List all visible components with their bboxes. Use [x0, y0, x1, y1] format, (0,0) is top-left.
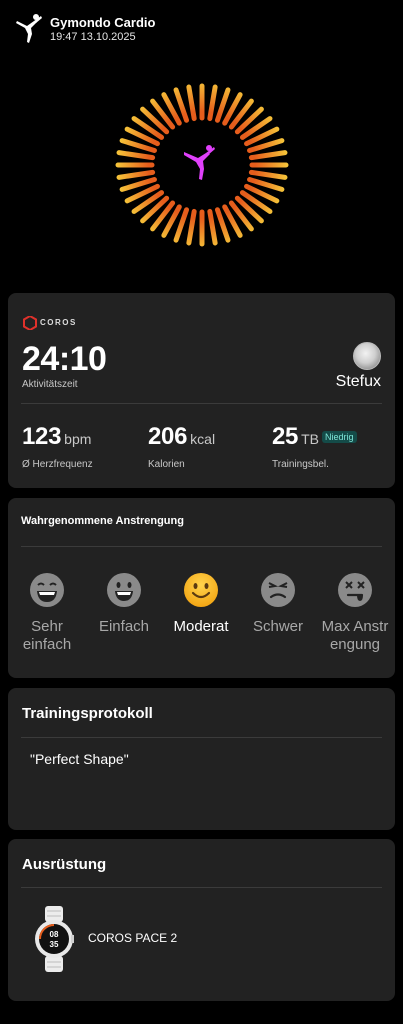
ring-ray [186, 84, 197, 122]
stat-label: Ø Herzfrequenz [22, 459, 93, 470]
stat-calories: 206 kcal Kalorien [148, 423, 216, 470]
stat-unit: TB [301, 431, 319, 447]
coros-logo: COROS [23, 315, 85, 331]
activity-ring-graphic [115, 83, 289, 247]
divider [21, 887, 382, 888]
app-header: Gymondo Cardio 19:47 13.10.2025 [0, 0, 403, 60]
stat-value: 25 [272, 423, 299, 450]
perceived-effort-title: Wahrgenommene Anstrengung [21, 515, 184, 527]
stat-label: Kalorien [148, 459, 185, 470]
stat-label: Trainingsbel. [272, 459, 329, 470]
effort-label-line: Moderat [173, 618, 229, 635]
watch-minutes: 35 [50, 940, 59, 949]
ring-ray [116, 150, 156, 161]
ring-ray [116, 169, 156, 180]
stat-unit: kcal [190, 431, 216, 447]
workout-datetime: 19:47 13.10.2025 [50, 31, 136, 43]
effort-option-label: Schwer [238, 618, 318, 636]
yoga-figure-icon [16, 14, 42, 43]
effort-label-line: Schwer [252, 618, 304, 635]
brand-name: COROS [40, 318, 77, 327]
exhausted-face-icon [338, 573, 372, 607]
grinning-face-icon [107, 573, 141, 607]
stat-training-load: 25 TB Niedrig Trainingsbel. [272, 423, 357, 470]
effort-option-easy[interactable]: Einfach [84, 572, 164, 636]
ring-ray [207, 208, 218, 246]
stat-value: 123 [22, 423, 62, 450]
workout-title: Gymondo Cardio [50, 15, 156, 30]
equipment-card: Ausrüstung 08 35 COROS PACE 2 [8, 839, 395, 1001]
watch-hours: 08 [50, 930, 59, 939]
ring-ray [186, 208, 197, 246]
effort-label-line: einfach [22, 636, 72, 653]
activity-duration: 24:10 [22, 340, 107, 378]
divider [21, 737, 382, 738]
effort-option-label: Sehr einfach [7, 618, 87, 654]
training-load-badge: Niedrig [322, 431, 357, 443]
stat-heart-rate: 123 bpm Ø Herzfrequenz [22, 423, 93, 470]
ring-ray [207, 84, 218, 122]
effort-option-label: Max Anstr engung [315, 618, 395, 654]
divider [21, 403, 382, 404]
divider [21, 546, 382, 547]
straining-face-icon [261, 573, 295, 607]
effort-option-label: Moderat [161, 618, 241, 636]
effort-option-hard[interactable]: Schwer [238, 572, 318, 636]
avatar[interactable] [353, 342, 381, 370]
stat-unit: bpm [64, 431, 92, 447]
effort-option-very-easy[interactable]: Sehr einfach [7, 572, 87, 654]
smiling-face-icon [184, 573, 218, 607]
activity-summary-card: COROS 24:10 Aktivitätszeit Stefux 123 bpm… [8, 293, 395, 488]
perceived-effort-card: Wahrgenommene Anstrengung Sehr einfach E… [8, 498, 395, 678]
equipment-item-name: COROS PACE 2 [88, 931, 178, 945]
training-log-title: Trainingsprotokoll [22, 705, 153, 722]
effort-label-line: Max Anstr [321, 618, 389, 635]
ring-ray [248, 169, 288, 180]
laughing-face-icon [30, 573, 64, 607]
equipment-title: Ausrüstung [22, 856, 107, 873]
stat-value: 206 [148, 423, 188, 450]
yoga-figure-icon [184, 145, 215, 180]
effort-label-line: Einfach [98, 618, 150, 635]
activity-duration-label: Aktivitätszeit [22, 379, 78, 390]
effort-option-moderate[interactable]: Moderat [161, 572, 241, 636]
effort-label-line: engung [329, 636, 381, 653]
coros-logo-icon [23, 316, 37, 330]
ring-ray [248, 150, 288, 161]
effort-option-label: Einfach [84, 618, 164, 636]
training-log-text: "Perfect Shape" [30, 751, 129, 767]
effort-label-line: Sehr [31, 618, 63, 635]
training-log-card[interactable]: Trainingsprotokoll "Perfect Shape" [8, 688, 395, 830]
activity-ring [112, 80, 292, 250]
effort-option-max-effort[interactable]: Max Anstr engung [315, 572, 395, 654]
watch-icon[interactable]: 08 35 [34, 906, 74, 972]
user-name: Stefux [335, 373, 381, 390]
